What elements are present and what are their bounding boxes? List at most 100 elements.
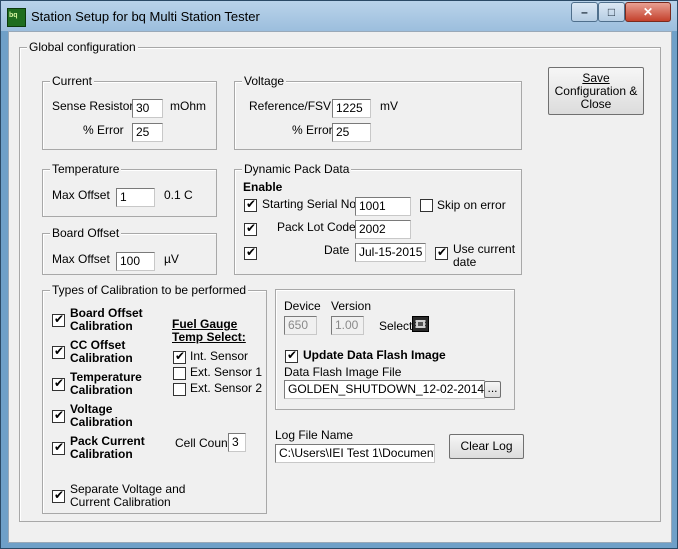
cc-offset-calibration-line2: Calibration [70,351,133,365]
pack-current-calibration-label: Pack Current Calibration [70,435,145,461]
cc-offset-calibration-line1: CC Offset [70,338,126,352]
reference-fsv-input[interactable]: 1225 [332,99,371,118]
close-button[interactable]: ✕ [625,2,671,22]
lot-code-enable-checkbox[interactable] [244,221,257,236]
reference-fsv-unit: mV [380,99,398,113]
save-button-line3: Close [580,97,612,111]
separate-calibration-line2: Current Calibration [70,495,171,509]
temperature-label: Temperature [50,162,122,176]
cc-offset-calibration-label: CC Offset Calibration [70,339,133,365]
version-label: Version [331,299,372,313]
date-input[interactable]: Jul-15-2015 [355,243,426,262]
temperature-calibration-line1: Temperature [70,370,142,384]
update-data-flash-label: Update Data Flash Image [303,348,446,362]
global-configuration-label: Global configuration [27,40,138,54]
data-flash-file-input[interactable]: GOLDEN_SHUTDOWN_12-02-2014.rom [284,380,485,399]
temperature-calibration-line2: Calibration [70,383,133,397]
board-offset-calibration-label: Board Offset Calibration [70,307,143,333]
pack-lot-code-input[interactable]: 2002 [355,220,411,239]
board-offset-label: Board Offset [50,226,122,240]
data-flash-file-label: Data Flash Image File [284,365,402,379]
save-configuration-close-button[interactable]: Save Configuration & Close [548,67,644,115]
pack-current-calibration-line2: Calibration [70,447,133,461]
fuel-gauge-title-2: Temp Select: [172,330,246,344]
separate-calibration-line1: Separate Voltage and [70,482,186,496]
voltage-error-label: % Error [292,123,333,137]
date-enable-checkbox[interactable] [244,245,257,260]
maximize-button[interactable]: □ [598,2,625,22]
voltage-calibration-line1: Voltage [70,402,113,416]
pack-current-calibration-checkbox[interactable] [52,440,65,455]
chip-icon [415,320,426,328]
int-sensor-checkbox[interactable] [173,349,186,364]
select-device-button[interactable] [412,316,429,332]
minimize-button[interactable]: – [571,2,598,22]
browse-file-button[interactable]: ... [484,381,501,398]
voltage-calibration-label: Voltage Calibration [70,403,133,429]
station-setup-window: bq Station Setup for bq Multi Station Te… [0,0,678,549]
device-input[interactable]: 650 [284,316,317,335]
skip-on-error-label: Skip on error [437,198,506,212]
dynamic-pack-data-group: Dynamic Pack Data Enable Starting Serial… [234,162,522,275]
fuel-gauge-title-1: Fuel Gauge [172,317,238,331]
voltage-label: Voltage [242,74,287,88]
calibration-types-group: Types of Calibration to be performed Boa… [42,283,267,514]
serial-enable-checkbox[interactable] [244,197,257,212]
temperature-max-offset-label: Max Offset [52,188,110,202]
board-offset-unit: µV [164,252,179,266]
separate-calibration-label: Separate Voltage and Current Calibration [70,483,185,509]
device-group: Device 650 Version 1.00 Select Update Da… [275,289,515,410]
current-error-input[interactable]: 25 [132,123,163,142]
board-offset-group: Board Offset Max Offset 100 µV [42,226,217,275]
cell-count-label: Cell Count [175,436,232,450]
cc-offset-calibration-checkbox[interactable] [52,344,65,359]
reference-fsv-label: Reference/FSV [249,99,332,113]
board-offset-calibration-checkbox[interactable] [52,312,65,327]
board-max-offset-label: Max Offset [52,252,110,266]
current-label: Current [50,74,95,88]
calibration-types-label: Types of Calibration to be performed [50,283,249,297]
pack-current-calibration-line1: Pack Current [70,434,145,448]
temperature-calibration-checkbox[interactable] [52,376,65,391]
use-current-date-checkbox[interactable] [435,245,448,260]
current-group: Current Sense Resistor 30 mOhm % Error 2… [42,74,217,150]
sense-resistor-input[interactable]: 30 [132,99,163,118]
version-input[interactable]: 1.00 [331,316,364,335]
use-current-label-1: Use current [453,242,516,256]
separate-calibration-checkbox[interactable] [52,488,65,503]
sense-resistor-label: Sense Resistor [52,99,134,113]
app-icon-text: bq [9,12,18,19]
voltage-calibration-line2: Calibration [70,415,133,429]
update-data-flash-checkbox[interactable] [285,348,298,363]
sense-resistor-unit: mOhm [170,99,206,113]
board-offset-calibration-line2: Calibration [70,319,133,333]
starting-serial-label: Starting Serial No. [262,197,360,211]
date-label: Date [324,243,350,257]
temperature-group: Temperature Max Offset 1 0.1 C [42,162,217,217]
temperature-max-offset-input[interactable]: 1 [116,188,155,207]
pack-lot-code-label: Pack Lot Code [277,220,356,234]
board-max-offset-input[interactable]: 100 [116,252,155,271]
temperature-unit: 0.1 C [164,188,193,202]
select-label: Select [379,319,413,333]
ext-sensor-1-label: Ext. Sensor 1 [190,365,263,379]
ext-sensor-1-checkbox[interactable] [173,367,186,380]
voltage-calibration-checkbox[interactable] [52,408,65,423]
starting-serial-input[interactable]: 1001 [355,197,411,216]
ext-sensor-2-label: Ext. Sensor 2 [190,381,263,395]
use-current-label-2: date [453,255,477,269]
title-bar[interactable]: bq Station Setup for bq Multi Station Te… [1,1,677,31]
skip-on-error-checkbox[interactable] [420,199,433,212]
app-icon: bq [7,8,26,27]
voltage-group: Voltage Reference/FSV 1225 mV % Error 25 [234,74,522,150]
ext-sensor-2-checkbox[interactable] [173,383,186,396]
log-file-input[interactable]: C:\Users\IEI Test 1\Documents\ [275,444,435,463]
enable-label: Enable [243,180,283,194]
voltage-error-input[interactable]: 25 [332,123,371,142]
log-file-name-label: Log File Name [275,428,354,442]
dynamic-pack-data-label: Dynamic Pack Data [242,162,352,176]
client-area: Global configuration Current Sense Resis… [8,31,672,543]
int-sensor-label: Int. Sensor [190,349,249,363]
clear-log-button[interactable]: Clear Log [449,434,524,459]
cell-count-input[interactable]: 3 [228,433,246,452]
